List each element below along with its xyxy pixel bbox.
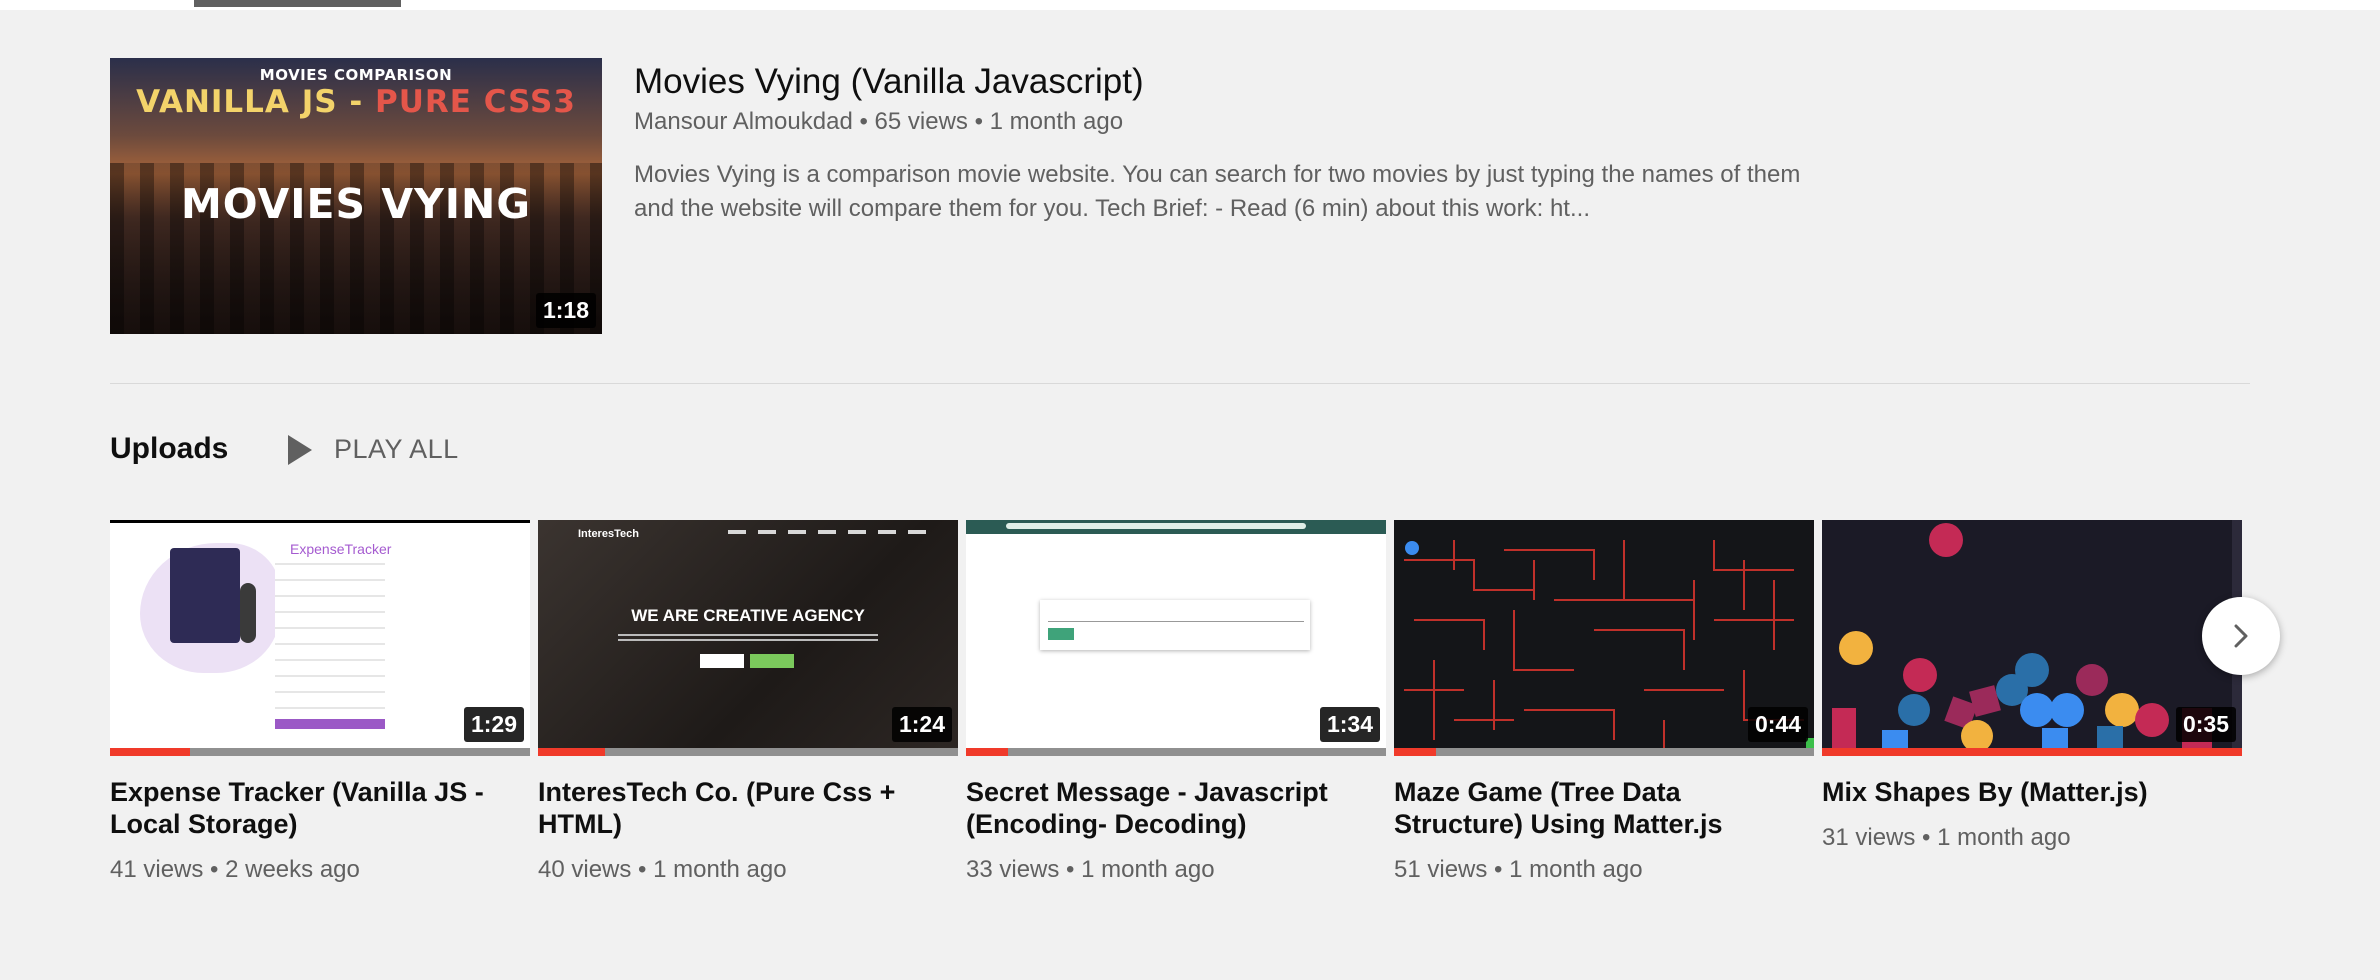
video-meta: 40 views • 1 month ago [538,856,787,883]
featured-video-description: Movies Vying is a comparison movie websi… [634,161,1801,222]
video-thumbnail[interactable]: 0:35 [1822,520,2242,756]
video-thumbnail[interactable]: 0:44 [1394,520,1814,756]
thumbnail-brand: InteresTech [578,528,639,540]
thumbnail-input-line [1048,621,1304,622]
calculator-illustration [170,548,240,643]
video-title[interactable]: Mix Shapes By (Matter.js) [1822,776,2242,808]
play-icon [288,434,312,465]
video-title[interactable]: Expense Tracker (Vanilla JS - Local Stor… [110,776,530,840]
video-meta: 41 views • 2 weeks ago [110,856,360,883]
watch-progress-fill [1394,748,1436,756]
section-divider [110,383,2250,384]
video-card[interactable]: 1:34 Secret Message - Javascript (Encodi… [966,520,1386,884]
watch-progress-track [538,748,958,756]
watch-progress-fill [538,748,606,756]
thumbnail-caption-top: MOVIES COMPARISON [259,66,453,84]
thumbnail-url-bar [1006,523,1306,529]
video-meta: 33 views • 1 month ago [966,856,1215,883]
video-thumbnail[interactable]: 1:34 [966,520,1386,756]
video-title[interactable]: Secret Message - Javascript (Encoding- D… [966,776,1386,840]
thumbnail-app-button [275,719,385,729]
thumbnail-app-content [275,563,385,713]
featured-video-meta: Mansour Almoukdad • 65 views • 1 month a… [634,108,1124,135]
video-title[interactable]: InteresTech Co. (Pure Css + HTML) [538,776,958,840]
watch-progress-fill [110,748,190,756]
thumbnail-app-title: ExpenseTracker [290,541,392,557]
watch-progress-track [110,748,530,756]
featured-video-title[interactable]: Movies Vying (Vanilla Javascript) [634,62,1144,102]
thumbnail-headline: WE ARE CREATIVE AGENCY [631,606,865,625]
play-all-button[interactable]: PLAY ALL [288,434,459,465]
video-duration-badge: 0:35 [2175,707,2236,742]
thumbnail-form [1040,600,1310,650]
video-thumbnail[interactable]: ExpenseTracker 1:29 [110,520,530,756]
video-duration-badge: 1:24 [891,707,952,742]
next-arrow-button[interactable] [2202,597,2280,675]
thumbnail-caption-tech: VANILLA JS - PURE CSS3 [136,84,576,120]
watch-progress-fill [966,748,1008,756]
video-duration-badge: 1:34 [1319,707,1380,742]
video-meta: 31 views • 1 month ago [1822,824,2071,851]
video-thumbnail[interactable]: InteresTech WE ARE CREATIVE AGENCY 1:24 [538,520,958,756]
thumbnail-submit [1048,628,1074,640]
video-duration-badge: 0:44 [1747,707,1808,742]
featured-video-thumbnail[interactable]: MOVIES COMPARISON VANILLA JS - PURE CSS3… [110,58,602,334]
thumbnail-nav [728,530,928,534]
video-meta: 51 views • 1 month ago [1394,856,1643,883]
video-card[interactable]: InteresTech WE ARE CREATIVE AGENCY 1:24 … [538,520,958,884]
thumbnail-caption-title: MOVIES VYING [181,180,531,228]
video-title[interactable]: Maze Game (Tree Data Structure) Using Ma… [1394,776,1814,840]
watch-progress-track [1822,748,2242,756]
thumbnail-button [700,654,744,668]
watch-progress-fill [1822,748,2242,756]
watch-progress-track [1394,748,1814,756]
thumbnail-button [750,654,794,668]
play-all-label: PLAY ALL [334,434,459,464]
video-card[interactable]: ExpenseTracker 1:29 Expense Tracker (Van… [110,520,530,884]
active-tab-indicator [194,0,401,7]
video-duration-badge: 1:29 [463,707,524,742]
video-card[interactable]: 0:44 Maze Game (Tree Data Structure) Usi… [1394,520,1814,884]
video-duration-badge: 1:18 [535,293,596,328]
video-card[interactable]: 0:35 Mix Shapes By (Matter.js) 31 views … [1822,520,2242,852]
chevron-right-icon [2234,624,2248,648]
thumbnail-subtext [618,634,878,644]
person-illustration [240,583,256,643]
uploads-section-title[interactable]: Uploads [110,432,228,466]
watch-progress-track [966,748,1386,756]
